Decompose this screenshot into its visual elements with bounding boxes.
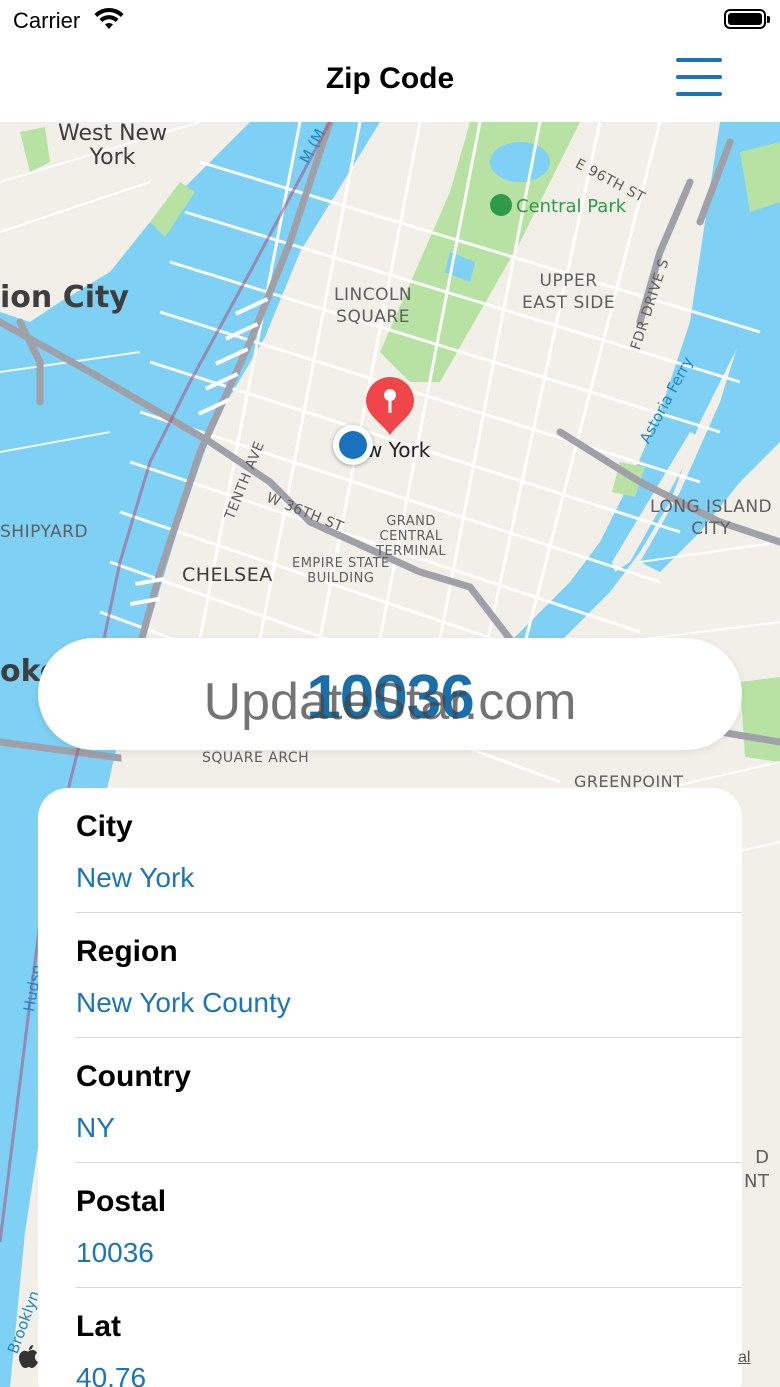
- map-label-grand-central: GRAND CENTRAL TERMINAL: [376, 514, 447, 559]
- map-label-union-city: ion City: [0, 280, 129, 315]
- info-row-region: Region New York County: [38, 913, 742, 1038]
- map-label-nt: D NT: [744, 1147, 770, 1192]
- country-value: NY: [76, 1112, 115, 1143]
- map-label-square-arch: SQUARE ARCH: [202, 750, 310, 766]
- battery-icon: [724, 9, 770, 29]
- map-label-chelsea: CHELSEA: [182, 564, 273, 586]
- hamburger-menu-icon: [676, 58, 722, 62]
- zip-code-card: 10036 UpdateStar.com: [38, 638, 742, 750]
- lat-label: Lat: [76, 1310, 121, 1343]
- info-row-city: City New York: [38, 788, 742, 913]
- hamburger-line: [676, 75, 722, 79]
- info-row-lat: Lat 40.76: [38, 1288, 742, 1387]
- hamburger-line: [676, 92, 722, 96]
- map-label-new-york: w York: [366, 438, 431, 462]
- central-park-label: Central Park: [516, 196, 627, 217]
- park-tree-icon: [490, 194, 512, 216]
- map-label-empire-state: EMPIRE STATE BUILDING: [292, 556, 390, 586]
- lat-value: 40.76: [76, 1362, 147, 1387]
- postal-value: 10036: [76, 1237, 154, 1268]
- apple-maps-logo-icon: [18, 1345, 40, 1369]
- country-label: Country: [76, 1060, 191, 1093]
- menu-button[interactable]: [672, 58, 726, 100]
- location-info-card: City New York Region New York County Cou…: [38, 788, 742, 1387]
- info-row-country: Country NY: [38, 1038, 742, 1163]
- legal-link[interactable]: al: [738, 1349, 750, 1367]
- map-label-west-new-york: West New York: [58, 122, 168, 170]
- city-label: City: [76, 810, 133, 843]
- status-bar: Carrier: [0, 0, 780, 40]
- navigation-bar: Zip Code: [0, 40, 780, 122]
- city-value: New York: [76, 862, 195, 893]
- postal-label: Postal: [76, 1185, 167, 1218]
- map-label-upper-east-side: UPPER EAST SIDE: [522, 271, 616, 313]
- wifi-icon: [94, 7, 124, 36]
- region-label: Region: [76, 935, 178, 968]
- page-title: Zip Code: [325, 62, 455, 95]
- map-label-central-park: Central Park: [490, 194, 626, 217]
- map-label-lincoln-square: LINCOLN SQUARE: [334, 285, 413, 327]
- user-location-icon: [333, 425, 373, 465]
- map-label-shipyard: SHIPYARD: [0, 522, 89, 542]
- region-value: New York County: [76, 987, 291, 1018]
- carrier-label: Carrier: [13, 8, 81, 33]
- watermark: UpdateStar.com: [203, 673, 577, 731]
- info-row-postal: Postal 10036: [38, 1163, 742, 1288]
- map-label-long-island-city: LONG ISLAND CITY: [650, 497, 773, 539]
